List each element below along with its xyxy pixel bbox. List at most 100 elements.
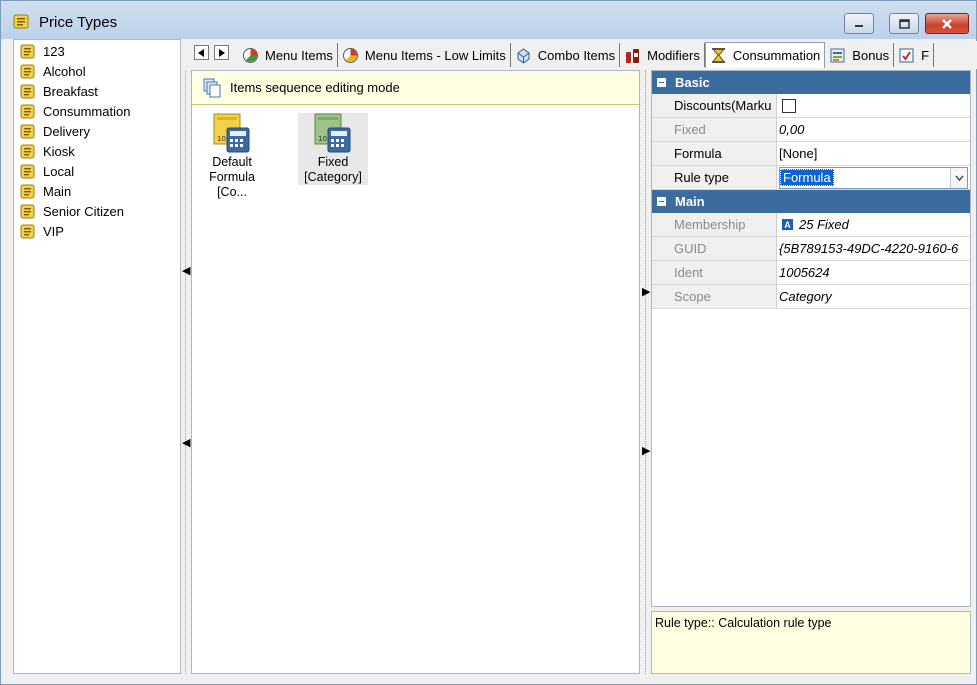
price-type-icon: [20, 204, 35, 218]
category-basic[interactable]: Basic: [652, 71, 970, 94]
price-type-icon: [20, 224, 35, 238]
tab-menu-items[interactable]: Menu Items: [238, 43, 338, 67]
collapse-right-icon[interactable]: ▶: [642, 285, 650, 299]
sequence-mode-banner: Items sequence editing mode: [192, 71, 639, 105]
tab-label: Consummation: [732, 48, 821, 63]
menu-items-low-icon: [342, 47, 358, 63]
collapse-left-icon-2[interactable]: ◀: [182, 436, 190, 450]
prop-label: Ident: [652, 261, 777, 284]
price-types-tree: 123 Alcohol Breakfast Consummation Delivery K…: [13, 39, 181, 674]
property-description: Rule type:: Calculation rule type: [651, 611, 971, 674]
prop-value: Category: [779, 289, 832, 304]
window-title: Price Types: [39, 14, 118, 31]
tree-item[interactable]: Main: [14, 181, 180, 201]
rule-type-select[interactable]: Formula: [779, 166, 968, 189]
prop-value[interactable]: [None]: [777, 142, 970, 165]
svg-text:10: 10: [217, 135, 226, 143]
prop-label: GUID: [652, 237, 777, 260]
collapse-left-icon[interactable]: ◀: [182, 264, 190, 278]
consummation-icon: [711, 48, 725, 63]
category-title: Basic: [675, 75, 710, 90]
left-splitter[interactable]: ◀ ◀: [181, 71, 191, 674]
tree-item-label: Delivery: [43, 123, 90, 139]
tab-consummation[interactable]: Consummation: [704, 42, 826, 68]
sequence-mode-text: Items sequence editing mode: [230, 80, 400, 95]
calculator-icon: 10: [314, 113, 351, 153]
tree-item-label: Consummation: [43, 103, 131, 119]
maximize-button[interactable]: [889, 13, 919, 34]
chevron-down-icon: [955, 175, 963, 181]
price-type-icon: [20, 84, 35, 98]
tab-f[interactable]: F: [894, 43, 935, 67]
price-type-icon: [20, 64, 35, 78]
minimize-button[interactable]: [844, 13, 874, 34]
prop-fixed[interactable]: Fixed 0,00: [652, 118, 970, 142]
combo-items-icon: [517, 47, 530, 64]
item-tile-line1: Fixed: [317, 155, 349, 169]
price-types-window: Price Types 123 Alcohol Breakfast Consummat…: [0, 0, 977, 685]
rule-type-value: Formula: [780, 169, 834, 186]
category-main[interactable]: Main: [652, 190, 970, 213]
collapse-icon[interactable]: [657, 197, 666, 206]
prop-guid[interactable]: GUID {5B789153-49DC-4220-9160-6: [652, 237, 970, 261]
discounts-checkbox[interactable]: [782, 98, 796, 113]
prop-value: 25 Fixed: [799, 217, 849, 232]
prop-formula[interactable]: Formula [None]: [652, 142, 970, 166]
collapse-icon[interactable]: [657, 78, 666, 87]
tree-item-label: 123: [43, 43, 65, 59]
item-tile-fixed[interactable]: 10 Fixed [Category]: [298, 113, 368, 185]
prop-ident[interactable]: Ident 1005624: [652, 261, 970, 285]
close-button[interactable]: [925, 13, 969, 34]
tabs: Menu Items Menu Items - Low Limits Combo I…: [238, 41, 935, 69]
membership-icon: A: [782, 219, 793, 230]
tree-item[interactable]: VIP: [14, 221, 180, 241]
prop-scope[interactable]: Scope Category: [652, 285, 970, 309]
price-type-icon: [20, 44, 35, 58]
splitter-grip: [645, 70, 647, 674]
tree-item-label: Alcohol: [43, 63, 86, 79]
tab-bonus[interactable]: Bonus: [825, 43, 895, 67]
close-icon: [942, 18, 952, 29]
tab-scroll-left-button[interactable]: [194, 45, 209, 60]
prop-membership[interactable]: Membership A 25 Fixed: [652, 213, 970, 237]
price-type-icon: [13, 14, 29, 29]
bonus-icon: [830, 48, 845, 62]
item-tile-line1: Default: [212, 155, 252, 169]
tree-item[interactable]: Local: [14, 161, 180, 181]
menu-items-icon: [243, 47, 258, 63]
tree-item[interactable]: Alcohol: [14, 61, 180, 81]
arrow-right-icon: [219, 48, 225, 57]
price-type-icon: [20, 124, 35, 138]
collapse-right-icon-2[interactable]: ▶: [642, 444, 650, 458]
tree-item-label: Main: [43, 183, 72, 199]
item-tile-line2: [Category]: [304, 170, 362, 184]
minimize-icon: [855, 24, 863, 27]
prop-discounts[interactable]: Discounts(Marku: [652, 94, 970, 118]
tree-item[interactable]: Consummation: [14, 101, 180, 121]
arrow-left-icon: [198, 48, 204, 57]
tab-label: Combo Items: [537, 47, 616, 63]
tree-item[interactable]: Delivery: [14, 121, 180, 141]
tab-menu-items-low-limits[interactable]: Menu Items - Low Limits: [338, 43, 511, 67]
tab-scroll-right-button[interactable]: [214, 45, 229, 60]
dropdown-button[interactable]: [950, 167, 967, 188]
tree-item[interactable]: Breakfast: [14, 81, 180, 101]
prop-rule-type[interactable]: Rule type Formula: [652, 166, 970, 190]
tab-label: Modifiers: [647, 47, 700, 63]
tab-label: F: [921, 47, 930, 63]
prop-value: 0,00: [779, 122, 805, 137]
tab-modifiers[interactable]: Modifiers: [620, 43, 705, 67]
tree-item[interactable]: Senior Citizen: [14, 201, 180, 221]
prop-label: Scope: [652, 285, 777, 308]
prop-value: 1005624: [779, 265, 830, 280]
prop-label: Membership: [652, 213, 777, 236]
tree-item[interactable]: Kiosk: [14, 141, 180, 161]
item-tile-default[interactable]: 10 Default Formula [Co...: [196, 113, 268, 200]
property-grid: Basic Discounts(Marku Fixed 0,00 Formula…: [651, 70, 971, 607]
prop-label: Fixed: [652, 118, 777, 141]
tree-item-label: Kiosk: [43, 143, 75, 159]
calculator-icon: 10: [213, 113, 250, 153]
tree-item[interactable]: 123: [14, 41, 180, 61]
item-tile-line2: Formula [Co...: [209, 170, 255, 199]
tab-combo-items[interactable]: Combo Items: [511, 43, 621, 67]
